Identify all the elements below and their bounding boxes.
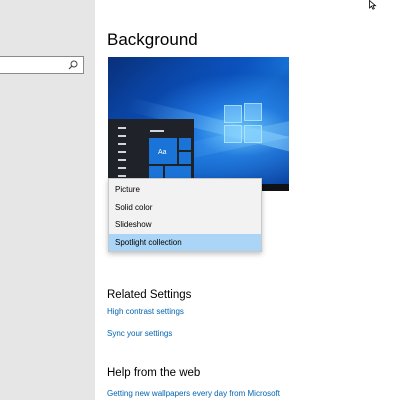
dropdown-option-spotlight-collection[interactable]: Spotlight collection <box>109 234 261 251</box>
high-contrast-settings-link[interactable]: High contrast settings <box>107 307 184 316</box>
dropdown-option-picture[interactable]: Picture <box>109 181 261 198</box>
background-type-dropdown-list[interactable]: Picture Solid color Slideshow Spotlight … <box>108 178 262 252</box>
related-settings-heading: Related Settings <box>107 289 192 301</box>
tile-label: Aa <box>158 149 167 156</box>
start-menu-preview: Aa <box>108 119 194 179</box>
dropdown-option-solid-color[interactable]: Solid color <box>109 199 261 216</box>
page-title: Background <box>107 30 198 49</box>
background-preview: Aa <box>108 57 289 191</box>
search-box[interactable] <box>0 56 84 74</box>
search-icon[interactable] <box>67 59 79 71</box>
dropdown-option-slideshow[interactable]: Slideshow <box>109 216 261 233</box>
windows-logo-icon <box>224 103 264 143</box>
help-from-web-heading: Help from the web <box>107 367 201 379</box>
mouse-cursor-icon <box>369 0 377 10</box>
new-wallpapers-link[interactable]: Getting new wallpapers every day from Mi… <box>107 389 280 398</box>
sync-settings-link[interactable]: Sync your settings <box>107 329 172 338</box>
navigation-pane <box>0 0 95 400</box>
